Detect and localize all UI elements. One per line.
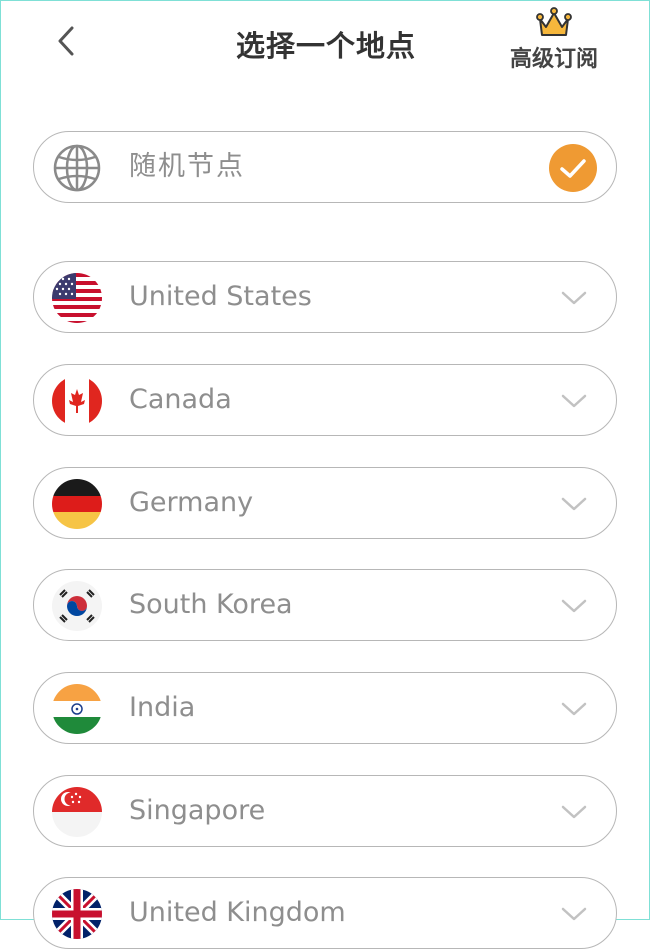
south-korea-flag-icon [52,581,102,631]
country-name: United States [129,281,312,312]
country-row-singapore[interactable]: Singapore [33,775,617,847]
chevron-down-icon [561,497,587,511]
chevron-down-icon [561,805,587,819]
country-name: Singapore [129,795,266,826]
uk-flag-icon [52,889,102,939]
chevron-down-icon [561,394,587,408]
india-flag-icon [52,684,102,734]
random-node-option[interactable]: 随机节点 [33,131,617,203]
us-flag-icon [52,273,102,323]
canada-flag-icon [52,376,102,426]
country-row-south-korea[interactable]: South Korea [33,569,617,641]
chevron-down-icon [561,599,587,613]
crown-icon [536,7,572,36]
country-row-india[interactable]: India [33,672,617,744]
country-name: Germany [129,487,254,518]
top-bar: 选择一个地点 高级订阅 [1,1,650,91]
premium-subscription-button[interactable]: 高级订阅 [497,7,611,73]
country-name: United Kingdom [129,897,346,928]
premium-label: 高级订阅 [509,47,598,72]
random-node-label: 随机节点 [129,151,245,182]
country-name: South Korea [129,589,293,620]
check-circle-icon [549,144,597,192]
chevron-down-icon [561,907,587,921]
country-row-germany[interactable]: Germany [33,467,617,539]
country-name: Canada [129,384,232,415]
country-name: India [129,692,196,723]
chevron-down-icon [561,702,587,716]
singapore-flag-icon [52,787,102,837]
country-row-united-states[interactable]: United States [33,261,617,333]
chevron-down-icon [561,291,587,305]
germany-flag-icon [52,479,102,529]
country-row-canada[interactable]: Canada [33,364,617,436]
country-row-united-kingdom[interactable]: United Kingdom [33,877,617,949]
globe-icon [52,143,102,193]
